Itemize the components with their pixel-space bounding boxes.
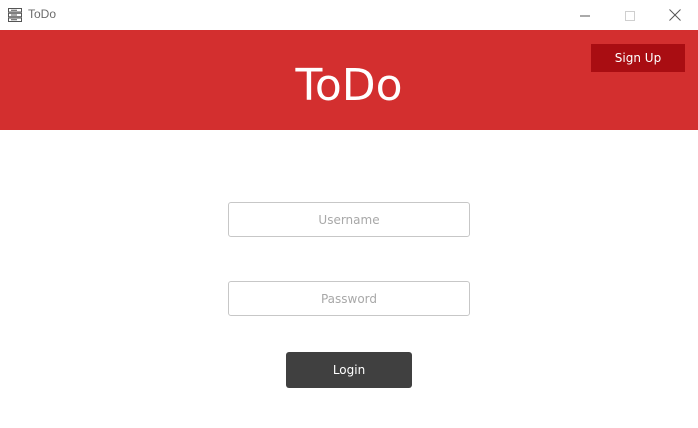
password-input[interactable] bbox=[228, 281, 470, 316]
maximize-button[interactable] bbox=[607, 0, 653, 30]
username-input[interactable] bbox=[228, 202, 470, 237]
close-icon bbox=[669, 6, 681, 25]
maximize-icon bbox=[625, 6, 635, 25]
minimize-icon bbox=[580, 6, 590, 25]
header-banner: ToDo Sign Up bbox=[0, 30, 698, 130]
close-button[interactable] bbox=[652, 0, 698, 30]
title-bar[interactable]: ToDo bbox=[0, 0, 698, 30]
minimize-button[interactable] bbox=[562, 0, 608, 30]
signup-button[interactable]: Sign Up bbox=[591, 44, 685, 72]
login-button[interactable]: Login bbox=[286, 352, 412, 388]
list-app-icon bbox=[8, 7, 22, 22]
window-title: ToDo bbox=[28, 7, 57, 21]
app-window: ToDo ToDo Sign Up Login bbox=[0, 0, 698, 428]
